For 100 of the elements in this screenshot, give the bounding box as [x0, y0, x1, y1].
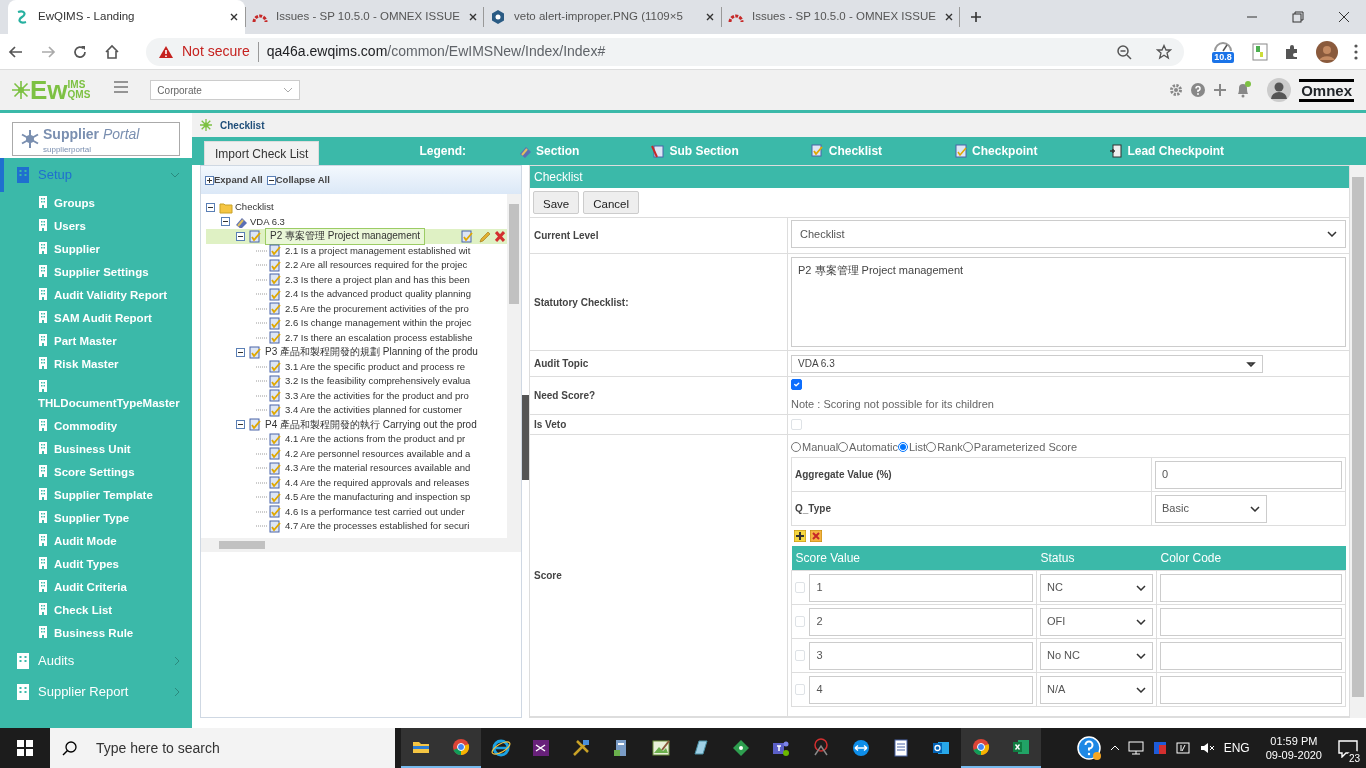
color-field[interactable]: [1160, 641, 1342, 670]
text-area[interactable]: P2 專案管理 Project management: [791, 257, 1346, 347]
arrows-icon[interactable]: [851, 738, 871, 758]
delete-icon[interactable]: [495, 229, 505, 243]
puzzle-icon[interactable]: [1284, 43, 1300, 60]
windows-icon[interactable]: [17, 740, 33, 756]
sheet-icon[interactable]: [1252, 42, 1268, 61]
option-label[interactable]: List: [909, 438, 927, 456]
radio-button[interactable]: [838, 442, 849, 452]
browser-tab[interactable]: veto alert-improper.PNG (1109×5: [484, 0, 721, 34]
clock-date[interactable]: 09-09-2020: [1265, 748, 1322, 762]
slab-icon[interactable]: [691, 738, 711, 758]
level-dropdown[interactable]: Checklist: [791, 220, 1346, 248]
tree-node[interactable]: 3.2 Is the feasibility comprehensively evalua: [285, 374, 471, 389]
tree-node[interactable]: 4.2 Are personnel resources available and a: [285, 446, 471, 461]
close-icon[interactable]: [705, 12, 715, 22]
browser-icon[interactable]: [971, 737, 991, 757]
close-icon[interactable]: [1338, 11, 1350, 23]
spreadsheet-icon[interactable]: [1011, 737, 1031, 757]
add-row-icon[interactable]: [794, 530, 806, 542]
tree-node[interactable]: 4.4 Are the required approvals and releases: [285, 475, 470, 490]
collapse-icon[interactable]: [221, 217, 230, 227]
ribbon-icon[interactable]: [531, 738, 551, 758]
bell-icon[interactable]: [1235, 81, 1252, 99]
volume-muted-icon[interactable]: [1199, 741, 1216, 755]
profile-avatar-icon[interactable]: [1316, 40, 1338, 63]
tree-node[interactable]: P4 產品和製程開發的執行 Carrying out the prod: [265, 417, 477, 432]
network-icon[interactable]: [1127, 741, 1144, 755]
splitter-handle[interactable]: [522, 395, 529, 480]
star-icon[interactable]: [1156, 43, 1172, 60]
status-dropdown[interactable]: No NC: [1040, 641, 1153, 670]
topic-dropdown[interactable]: VDA 6.3: [791, 354, 1263, 373]
option-label[interactable]: Parameterized Score: [973, 438, 1078, 456]
delete-row-icon[interactable]: [810, 530, 822, 542]
menu-icon[interactable]: [114, 81, 129, 93]
input-field[interactable]: 4: [809, 675, 1033, 704]
checkbox[interactable]: [791, 379, 802, 390]
collapse-icon[interactable]: [236, 347, 245, 357]
browser-tab[interactable]: Issues - SP 10.5.0 - OMNEX ISSUE: [246, 0, 483, 34]
address-text[interactable]: qa46a.ewqims.com/common/EwIMSNew/Index/Index#: [266, 41, 606, 62]
scrollbar[interactable]: [507, 194, 521, 538]
landscape-icon[interactable]: [651, 738, 671, 758]
input-field[interactable]: 1: [809, 573, 1033, 602]
home-icon[interactable]: [104, 43, 120, 60]
language-indicator[interactable]: ENG: [1223, 739, 1250, 757]
zoom-out-icon[interactable]: [1116, 43, 1132, 60]
expand-all-link[interactable]: Expand All: [205, 172, 263, 188]
tab[interactable]: Import Check List: [204, 141, 320, 165]
tree-node[interactable]: 3.1 Are the specific product and process re: [285, 359, 466, 374]
input-field[interactable]: 0: [1155, 460, 1342, 489]
status-dropdown[interactable]: N/A: [1040, 675, 1153, 704]
security-warning[interactable]: Not secure: [182, 41, 250, 62]
restore-icon[interactable]: [1292, 11, 1304, 23]
chevron-up-icon[interactable]: [1109, 745, 1120, 751]
diamond-icon[interactable]: [731, 738, 751, 758]
settings-icon[interactable]: [1169, 83, 1184, 97]
collapse-all-link[interactable]: Collapse All: [266, 172, 330, 188]
help-icon[interactable]: [1075, 735, 1102, 761]
more-icon[interactable]: [1354, 43, 1358, 60]
option-label[interactable]: Rank: [937, 438, 963, 456]
tree-node[interactable]: 2.7 Is there an escalation process establishe: [285, 330, 473, 345]
tools-icon[interactable]: [571, 738, 591, 758]
scrollbar[interactable]: [201, 538, 521, 552]
scissors-icon[interactable]: [811, 738, 831, 758]
clock-time[interactable]: 01:59 PM: [1265, 734, 1322, 748]
radio-button[interactable]: [962, 442, 973, 452]
form-button[interactable]: Save: [533, 191, 580, 214]
tree-node[interactable]: Checklist: [235, 200, 274, 215]
color-field[interactable]: [1160, 675, 1342, 704]
tree-node[interactable]: 3.3 Are the activities for the product and pro: [285, 388, 469, 403]
collapse-icon[interactable]: [236, 231, 245, 241]
document-icon[interactable]: [891, 738, 911, 758]
back-icon[interactable]: [8, 43, 24, 60]
scrollbar[interactable]: [1350, 165, 1366, 718]
tree-node[interactable]: 2.4 Is the advanced product quality planning: [285, 287, 471, 302]
radio-button[interactable]: [791, 442, 801, 452]
reload-icon[interactable]: [72, 43, 88, 60]
color-field[interactable]: [1160, 607, 1342, 636]
browser-tab[interactable]: Issues - SP 10.5.0 - OMNEX ISSUE: [722, 0, 959, 34]
tree-node[interactable]: 2.2 Are all resources required for the projec: [285, 258, 468, 273]
input-field[interactable]: 3: [809, 641, 1033, 670]
type-dropdown[interactable]: Basic: [1155, 494, 1267, 523]
option-label[interactable]: Automatic: [849, 438, 898, 456]
browser-tab[interactable]: EwQIMS - Landing: [8, 0, 245, 34]
tree-node[interactable]: 4.3 Are the material resources available and: [285, 461, 471, 476]
tree-node[interactable]: 4.7 Are the processes established for securi: [285, 519, 470, 534]
breadcrumb-item[interactable]: Checklist: [220, 117, 265, 133]
status-dropdown[interactable]: NC: [1040, 573, 1153, 602]
flag-icon[interactable]: [1151, 740, 1168, 756]
tree-node[interactable]: P2 專案管理 Project management: [265, 228, 426, 245]
new-tab-icon[interactable]: [970, 11, 982, 23]
search-field[interactable]: Type here to search: [94, 736, 383, 760]
close-icon[interactable]: [943, 12, 954, 22]
tree-node[interactable]: 4.5 Are the manufacturing and inspection sp: [285, 490, 471, 505]
user-avatar-icon[interactable]: [1267, 78, 1292, 102]
ring-icon[interactable]: [491, 738, 511, 758]
tree-node[interactable]: 2.6 Is change management within the projec: [285, 316, 472, 331]
tree-node[interactable]: 4.1 Are the actions from the product and pr: [285, 432, 466, 447]
option-label[interactable]: Manual: [802, 438, 839, 456]
status-dropdown[interactable]: OFI: [1040, 607, 1153, 636]
